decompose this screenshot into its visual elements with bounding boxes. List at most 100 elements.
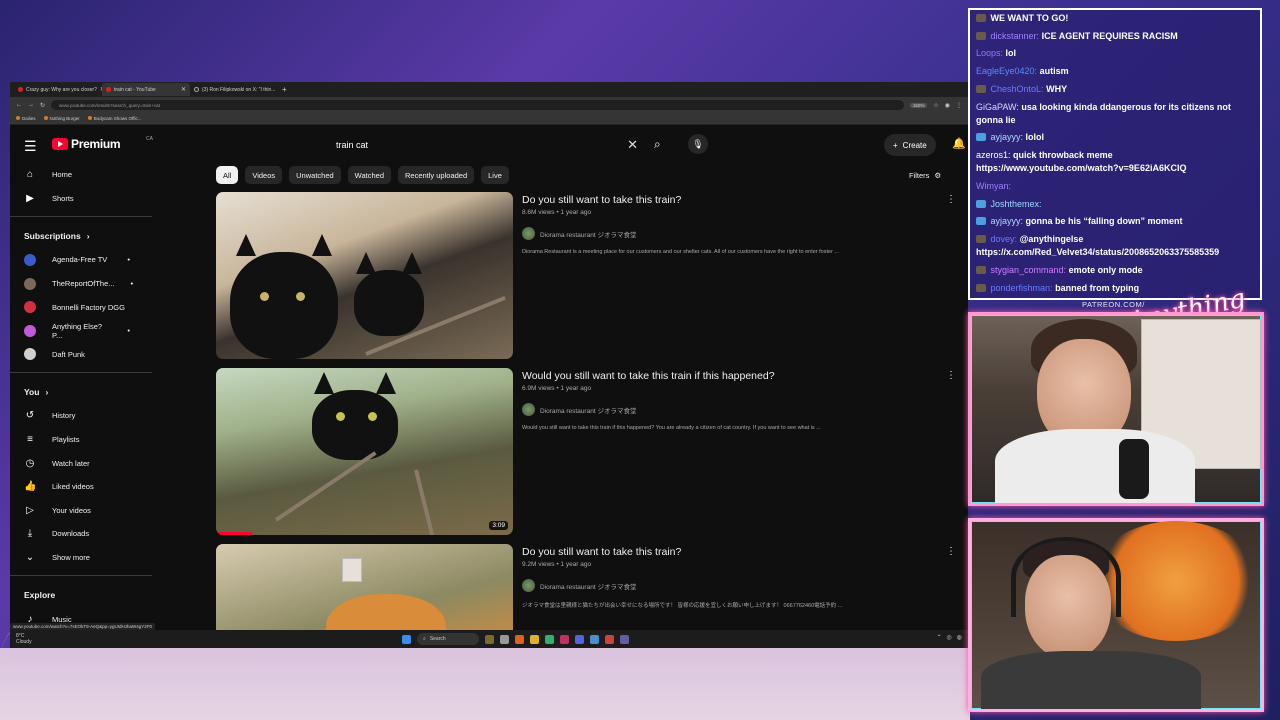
more-options-icon[interactable]: ⋮ [946,370,956,381]
channel-link[interactable]: Diorama restaurant ジオラマ食堂 [522,403,636,416]
video-meta: 8.6M views • 1 year ago [522,209,592,216]
close-tab-icon[interactable]: ✕ [181,86,186,93]
sidebar-item-watch-later[interactable]: ◷ Watch later [10,451,152,475]
sidebar-item-playlists[interactable]: ≡ Playlists [10,428,152,452]
rail-track [414,469,440,535]
sidebar-item-label: Watch later [52,458,90,468]
new-tab-icon[interactable]: + [278,85,291,94]
video-title[interactable]: Would you still want to take this train … [522,370,775,382]
microphone-shape [1119,439,1149,499]
app-icon-1[interactable] [485,634,494,644]
browser-tab-1[interactable]: Crazy guy: Why are you closer? ✕ [14,83,102,96]
sidebar-item-your-videos[interactable]: ▷ Your videos [10,499,152,523]
app-icon-3[interactable] [545,634,554,644]
channel-link[interactable]: Diorama restaurant ジオラマ食堂 [522,227,636,240]
chip-watched[interactable]: Watched [347,166,391,184]
bookmark-2[interactable]: Nothing Burger [43,116,80,121]
app-icon-4[interactable] [560,634,569,644]
sidebar-item-label: Daft Punk [52,349,85,359]
sidebar-subscription-3[interactable]: Bonnelli Factory DGG [10,295,152,319]
voice-search-button[interactable]: 🎙 [688,134,708,154]
thumbs-up-icon: 👍 [24,481,37,493]
sidebar-subscription-2[interactable]: TheReportOfThe... • [10,272,152,296]
file-explorer-icon[interactable] [530,634,539,644]
chip-all[interactable]: All [216,166,239,184]
create-button[interactable]: + Create [884,134,936,156]
chat-message: stygian_command: emote only mode [976,264,1254,277]
search-icon[interactable]: ⌕ [654,137,661,152]
cat-eye [296,292,305,301]
filters-label: Filters [909,171,930,180]
tray-chevron-icon[interactable]: ⌃ [936,634,941,641]
url-field[interactable]: www.youtube.com/results?search_query=tra… [51,100,904,110]
chat-message: Joshthemex: [976,198,1254,211]
sidebar-item-shorts[interactable]: ▶ Shorts [10,187,152,211]
sidebar-item-label: Downloads [52,529,90,539]
video-thumbnail[interactable]: 3:09 [216,368,513,535]
browser-tab-2[interactable]: train cat - YouTube ✕ [102,83,190,96]
video-title[interactable]: Do you still want to take this train? [522,194,681,206]
clear-search-icon[interactable]: ✕ [627,137,638,153]
notifications-bell-icon[interactable]: 🔔 [952,137,966,150]
windows-start-icon[interactable] [402,634,411,644]
chat-text: WE WANT TO GO! [990,13,1069,23]
chip-live[interactable]: Live [481,166,509,184]
video-meta: 6.9M views • 1 year ago [522,385,592,392]
chip-videos[interactable]: Videos [245,166,283,184]
browser-window: Crazy guy: Why are you closer? ✕ train c… [10,82,968,648]
chip-recently-uploaded[interactable]: Recently uploaded [398,166,475,184]
app-icon-7[interactable] [620,634,629,644]
youtube-logo[interactable]: Premium CA [52,136,153,151]
search-result[interactable]: Do you still want to take this train? 8.… [216,192,956,360]
video-thumbnail[interactable] [216,192,513,359]
chat-message: azeros1: quick throwback meme https://ww… [976,149,1254,175]
back-icon[interactable]: ← [16,102,22,108]
chip-unwatched[interactable]: Unwatched [289,166,341,184]
live-dot-icon: • [127,326,130,336]
hamburger-menu-icon[interactable]: ☰ [24,138,37,155]
chat-username: CheshOntoL: [990,83,1044,94]
browser-tab-3[interactable]: (3) Ron Filipkowski on X: "I thin... ✕ [190,83,278,96]
video-title[interactable]: Do you still want to take this train? [522,546,681,558]
more-options-icon[interactable]: ⋮ [946,194,956,205]
chat-username: azeros1: [976,150,1011,161]
taskbar-search[interactable]: ⌕ Search [417,633,479,645]
chat-username: EagleEye0420: [976,66,1038,77]
star-icon[interactable]: ☆ [933,102,938,109]
tray-network-icon[interactable]: ◍ [957,634,962,641]
sidebar-you-header[interactable]: You › [10,379,152,404]
channel-link[interactable]: Diorama restaurant ジオラマ食堂 [522,579,636,592]
reload-icon[interactable]: ↻ [40,102,45,109]
weather-widget[interactable]: 8°C Cloudy [16,633,32,645]
sidebar-item-label: Your videos [52,505,91,515]
sidebar-subscription-4[interactable]: Anything Else? P... • [10,319,152,343]
sidebar-item-liked-videos[interactable]: 👍 Liked videos [10,475,152,499]
forward-icon[interactable]: → [28,102,34,108]
discord-icon[interactable] [575,634,584,644]
sidebar-subscription-5[interactable]: Daft Punk [10,343,152,367]
search-input[interactable] [328,139,628,150]
search-result[interactable]: 3:09 Would you still want to take this t… [216,368,956,536]
app-icon-2[interactable] [500,634,509,644]
sidebar-subscription-1[interactable]: Agenda-Free TV • [10,248,152,272]
bookmark-3[interactable]: Bodycam Shows Offic... [87,116,141,121]
extension-icon[interactable]: ◉ [945,102,950,109]
more-options-icon[interactable]: ⋮ [946,546,956,557]
browser-app-icon[interactable] [515,634,524,644]
bookmark-1[interactable]: Dailies [16,116,36,121]
sidebar-item-history[interactable]: ↺ History [10,404,152,428]
rail-track [274,451,377,522]
watch-progress-bar [216,532,252,535]
sidebar-subscriptions-header[interactable]: Subscriptions › [10,223,152,248]
app-icon-6[interactable] [605,634,614,644]
tray-app-icon[interactable]: ◎ [947,634,952,641]
zoom-indicator[interactable]: 150% [909,102,928,108]
menu-icon[interactable]: ⋮ [956,102,962,109]
chat-text: lol [1005,48,1017,59]
app-icon-5[interactable] [590,634,599,644]
sidebar-item-downloads[interactable]: ⤓ Downloads [10,522,152,546]
sidebar-item-show-more[interactable]: ⌄ Show more [10,546,152,570]
filters-button[interactable]: Filters ⚙ [909,171,941,180]
sidebar-item-label: Playlists [52,435,80,445]
sidebar-item-home[interactable]: ⌂ Home [10,163,152,187]
